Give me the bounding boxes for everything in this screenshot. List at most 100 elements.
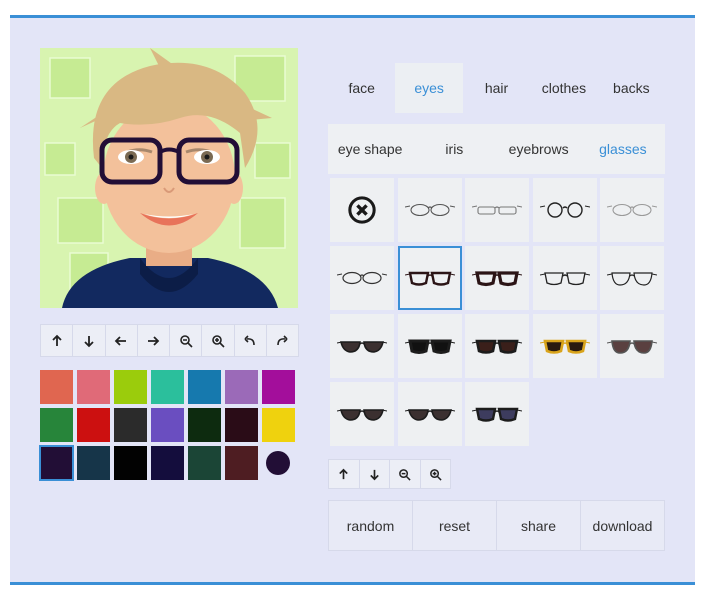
item-move-up-button[interactable] (329, 460, 360, 488)
redo-icon (277, 334, 288, 345)
arrow-up-icon (51, 334, 62, 346)
subcategory-tabs: eye shape iris eyebrows glasses (328, 124, 665, 174)
undo-button[interactable] (235, 325, 267, 356)
zoom-out-icon (179, 334, 193, 348)
glasses-dark-rect-icon (404, 271, 455, 286)
color-swatch[interactable] (114, 446, 147, 480)
reset-button[interactable]: reset (413, 501, 497, 550)
glasses-browline-icon (539, 272, 590, 286)
random-button[interactable]: random (329, 501, 413, 550)
subtab-glasses[interactable]: glasses (581, 124, 665, 174)
glasses-option-aviator-clear[interactable] (600, 246, 664, 310)
glasses-option-rimless-rect[interactable] (465, 178, 529, 242)
tab-face[interactable]: face (328, 63, 395, 113)
item-zoom-in-button[interactable] (421, 460, 451, 488)
action-bar: random reset share download (328, 500, 665, 551)
color-swatch[interactable] (151, 408, 184, 442)
move-left-button[interactable] (106, 325, 138, 356)
glasses-option-aviator-shades[interactable] (600, 314, 664, 378)
avatar-illustration (40, 48, 298, 308)
color-swatch[interactable] (77, 370, 110, 404)
color-swatch[interactable] (188, 370, 221, 404)
glasses-gray-shades-icon (404, 409, 455, 421)
color-swatch[interactable] (262, 370, 295, 404)
item-move-down-button[interactable] (360, 460, 390, 488)
subtab-eyebrows[interactable]: eyebrows (497, 124, 581, 174)
glasses-gradient-shades-icon (472, 407, 522, 422)
download-button[interactable]: download (581, 501, 664, 550)
arrow-right-icon (148, 335, 160, 346)
glasses-option-brown-shades[interactable] (465, 314, 529, 378)
zoom-out-icon (399, 468, 411, 481)
color-swatch[interactable] (151, 446, 184, 480)
glasses-brown-shades-icon (472, 339, 522, 354)
undo-icon (244, 334, 255, 345)
current-color-indicator[interactable] (266, 451, 290, 475)
glasses-option-black-wayfarer[interactable] (397, 314, 462, 378)
arrow-up-icon (339, 468, 349, 479)
glasses-option-thin-oval[interactable] (397, 178, 462, 242)
arrow-down-icon (369, 469, 379, 480)
glasses-option-gray-shades[interactable] (397, 382, 462, 446)
color-swatch[interactable] (225, 408, 258, 442)
glasses-dark-shades-icon (337, 341, 387, 353)
glasses-option-dark-shades[interactable] (330, 314, 394, 378)
move-down-button[interactable] (73, 325, 106, 356)
glasses-option-no-glasses[interactable] (330, 178, 394, 242)
tab-eyes[interactable]: eyes (395, 63, 463, 113)
share-button[interactable]: share (497, 501, 581, 550)
glasses-thin-oval-icon (404, 203, 455, 217)
glasses-black-wayfarer-icon (404, 339, 455, 354)
color-swatch[interactable] (188, 408, 221, 442)
redo-button[interactable] (267, 325, 298, 356)
item-toolbar (328, 459, 451, 489)
glasses-oval-wire-icon (337, 271, 387, 285)
color-swatch[interactable] (114, 408, 147, 442)
glasses-gold-shades-icon (539, 339, 590, 354)
category-tabs: face eyes hair clothes backs (328, 63, 665, 113)
glasses-option-thin-gray-oval[interactable] (600, 178, 664, 242)
glasses-aviator-clear-icon (607, 272, 657, 286)
item-zoom-out-button[interactable] (390, 460, 421, 488)
color-swatch[interactable] (151, 370, 184, 404)
no-glasses-icon (348, 196, 376, 224)
zoom-in-button[interactable] (202, 325, 235, 356)
color-swatch[interactable] (40, 370, 73, 404)
color-swatch[interactable] (262, 408, 295, 442)
zoom-out-button[interactable] (170, 325, 203, 356)
arrow-down-icon (84, 335, 94, 347)
glasses-option-oval-wire[interactable] (330, 246, 394, 310)
glasses-rimless-rect-icon (472, 205, 522, 215)
color-swatch[interactable] (39, 445, 74, 481)
color-swatch[interactable] (225, 370, 258, 404)
arrow-left-icon (114, 335, 127, 346)
glasses-round-wire-icon (539, 202, 590, 218)
zoom-in-icon (212, 334, 225, 348)
glasses-option-round-wire[interactable] (532, 178, 597, 242)
avatar-preview (40, 48, 298, 308)
glasses-option-gold-shades[interactable] (532, 314, 597, 378)
glasses-thin-gray-oval-icon (607, 203, 657, 217)
avatar-toolbar (40, 324, 299, 357)
tab-clothes[interactable]: clothes (530, 63, 597, 113)
move-right-button[interactable] (138, 325, 170, 356)
glasses-option-browline[interactable] (532, 246, 597, 310)
subtab-iris[interactable]: iris (412, 124, 496, 174)
glasses-aviator-shades-icon (607, 340, 657, 354)
glasses-option-gradient-shades[interactable] (465, 382, 529, 446)
color-swatch[interactable] (77, 446, 110, 480)
move-up-button[interactable] (41, 325, 74, 356)
glasses-option-dark-rect[interactable] (397, 246, 462, 310)
color-swatch[interactable] (188, 446, 221, 480)
color-swatch[interactable] (114, 370, 147, 404)
glasses-option-bold-dark-rect[interactable] (465, 246, 529, 310)
color-swatch[interactable] (225, 446, 258, 480)
subtab-eye-shape[interactable]: eye shape (328, 124, 412, 174)
glasses-smoke-shades-icon (337, 409, 387, 421)
tab-hair[interactable]: hair (463, 63, 530, 113)
color-swatch[interactable] (40, 408, 73, 442)
tab-backs[interactable]: backs (598, 63, 665, 113)
zoom-in-icon (429, 468, 442, 481)
glasses-option-smoke-shades[interactable] (330, 382, 394, 446)
color-swatch[interactable] (77, 408, 110, 442)
